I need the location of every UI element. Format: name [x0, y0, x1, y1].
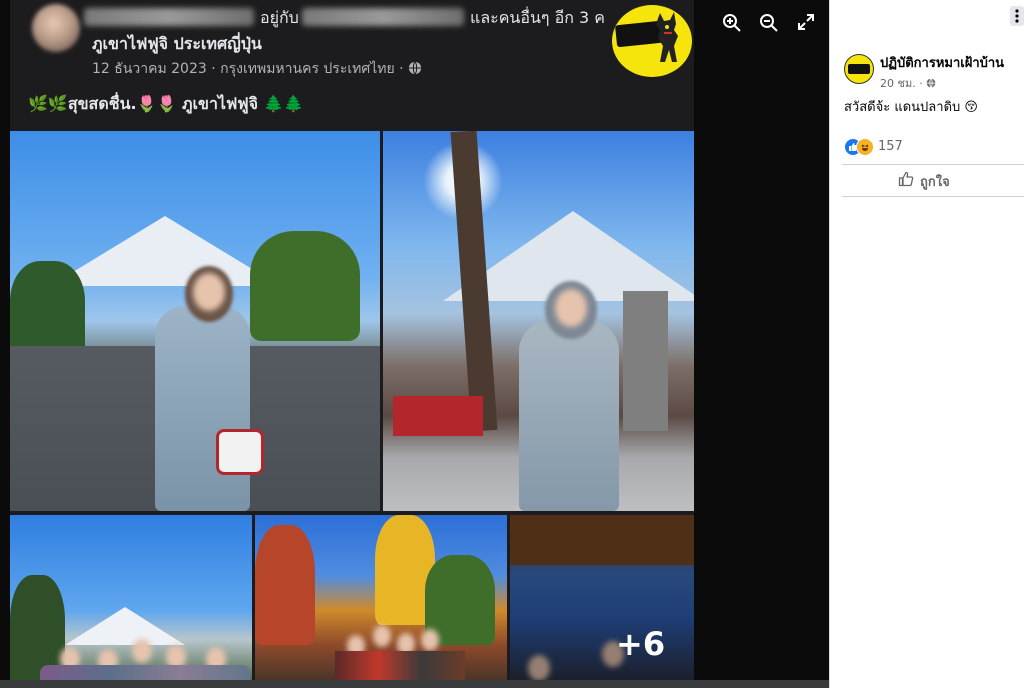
more-photos-overlay[interactable]: +6: [510, 515, 694, 688]
zoom-in-icon: [723, 14, 741, 32]
thumbs-up-icon: [898, 171, 914, 187]
fullscreen-button[interactable]: [792, 10, 820, 38]
post-meta: 12 ธันวาคม 2023 · กรุงเทพมหานคร ประเทศไท…: [92, 58, 422, 80]
blurred-author-name: [84, 8, 254, 26]
post-caption: 🌿🌿สุขสดชื่น.🌷🌷 ภูเขาไฟฟูจิ 🌲🌲: [28, 94, 304, 113]
zoom-out-icon: [760, 14, 778, 32]
page-logo-stamp: [612, 5, 692, 77]
zoom-out-button[interactable]: [755, 10, 783, 38]
photo-fuji-woman-road[interactable]: [10, 131, 380, 511]
location-title: ภูเขาไฟฟูจิ ประเทศญี่ปุ่น: [92, 34, 262, 53]
post-side-panel: ปฏิบัติการหมาเฝ้าบ้าน 20 ชม. · สวัสดีจ้ะ…: [829, 0, 1024, 688]
dog-mascot-icon: [656, 12, 678, 62]
post-meta-text: 12 ธันวาคม 2023 · กรุงเทพมหานคร ประเทศไท…: [92, 61, 409, 77]
like-label: ถูกใจ: [920, 175, 950, 190]
blurred-avatar: [32, 4, 80, 52]
zoom-in-button[interactable]: [718, 10, 746, 38]
photo-viewer: อยู่กับ และคนอื่นๆ อีก 3 ค ภูเขาไฟฟูจิ ป…: [0, 0, 829, 688]
blurred-tagged-name: [302, 8, 464, 26]
post-menu-button[interactable]: [1010, 6, 1024, 30]
more-options-icon: [1010, 6, 1024, 26]
more-photos-count: +6: [616, 625, 666, 663]
reaction-count: 157: [878, 139, 903, 154]
and-others-text: และคนอื่นๆ อีก 3 ค: [470, 8, 605, 27]
photo-more-overlay-tile[interactable]: +6: [510, 515, 694, 688]
with-text: อยู่กับ: [260, 8, 299, 27]
globe-icon: [408, 61, 422, 75]
person-figure: [519, 321, 619, 511]
divider: [842, 196, 1024, 197]
fullscreen-icon: [798, 14, 814, 30]
globe-icon: [926, 78, 936, 88]
like-button[interactable]: ถูกใจ: [898, 171, 950, 192]
red-fence: [393, 396, 483, 436]
post-text: สวัสดีจ้ะ แดนปลาดิบ 😚: [844, 100, 978, 115]
page-name-link[interactable]: ปฏิบัติการหมาเฝ้าบ้าน: [880, 52, 1004, 73]
photo-group-autumn[interactable]: [255, 515, 507, 688]
filmstrip-bar: [0, 680, 829, 688]
divider: [842, 164, 1024, 165]
handbag: [216, 429, 264, 475]
photo-fuji-woman-shrine[interactable]: [383, 131, 694, 511]
page-avatar[interactable]: [844, 54, 874, 84]
person-figure: [155, 306, 250, 511]
stone-lantern: [623, 291, 668, 431]
photo-group-fuji[interactable]: [10, 515, 252, 688]
haha-reaction-icon: [856, 138, 874, 156]
post-time-text: 20 ชม. ·: [880, 77, 927, 90]
post-timestamp[interactable]: 20 ชม. ·: [880, 74, 936, 92]
